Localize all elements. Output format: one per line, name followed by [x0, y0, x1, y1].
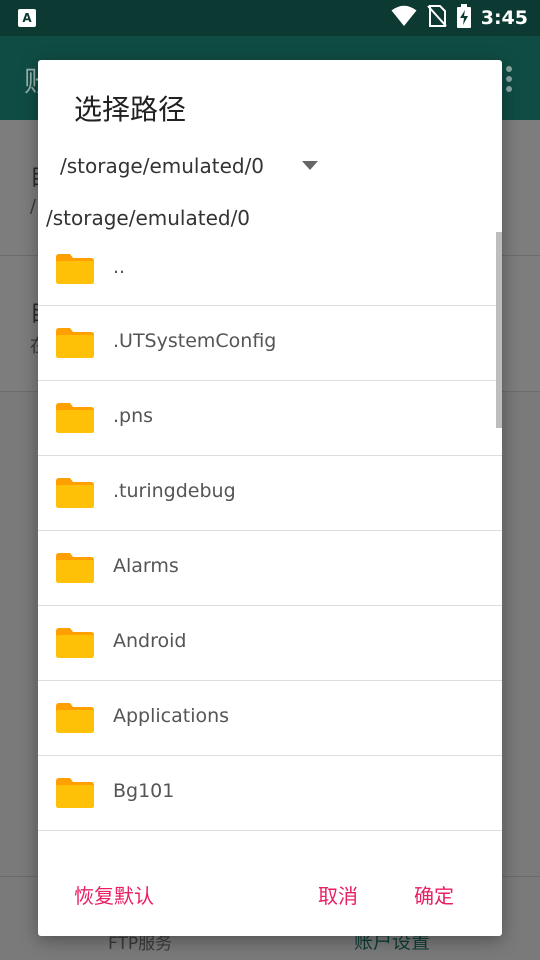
dropdown-arrow-icon	[302, 161, 318, 170]
folder-name: Alarms	[113, 555, 179, 577]
folder-icon	[56, 778, 94, 808]
folder-icon	[56, 403, 94, 433]
cancel-button[interactable]: 取消	[318, 880, 358, 909]
no-sim-icon	[426, 5, 447, 31]
clock: 3:45	[480, 7, 528, 29]
folder-list[interactable]: .. .UTSystemConfig .pns .turingdebug Alarms A…	[38, 232, 502, 832]
folder-icon	[56, 478, 94, 508]
restore-default-button[interactable]: 恢复默认	[74, 880, 154, 909]
folder-name: .UTSystemConfig	[113, 330, 277, 352]
folder-icon	[56, 628, 94, 658]
more-options-icon	[506, 66, 512, 92]
list-item-subtitle: /	[30, 196, 37, 217]
folder-icon	[56, 254, 94, 284]
folder-icon	[56, 328, 94, 358]
folder-item[interactable]: ..	[38, 232, 502, 306]
status-bar: A 3:45	[0, 0, 540, 36]
dialog-title: 选择路径	[74, 93, 187, 126]
folder-item[interactable]: Bg101	[38, 756, 502, 831]
folder-name: ..	[113, 256, 126, 278]
folder-item[interactable]: .pns	[38, 381, 502, 456]
folder-icon	[56, 553, 94, 583]
storage-path-dropdown[interactable]: /storage/emulated/0	[60, 146, 330, 186]
folder-item[interactable]: Android	[38, 606, 502, 681]
scrollbar[interactable]	[496, 232, 502, 428]
folder-name: .pns	[113, 405, 154, 427]
folder-item[interactable]: .UTSystemConfig	[38, 306, 502, 381]
confirm-button[interactable]: 确定	[414, 880, 454, 909]
app-notification-icon: A	[18, 9, 36, 27]
folder-item[interactable]: Applications	[38, 681, 502, 756]
dropdown-value: /storage/emulated/0	[60, 154, 265, 178]
path-picker-dialog: 选择路径 /storage/emulated/0 /storage/emulat…	[38, 60, 502, 936]
folder-item[interactable]: Alarms	[38, 531, 502, 606]
status-icons: 3:45	[391, 0, 528, 36]
folder-item[interactable]: .turingdebug	[38, 456, 502, 531]
folder-name: .turingdebug	[113, 480, 236, 502]
battery-charging-icon	[456, 4, 471, 32]
current-path: /storage/emulated/0	[46, 206, 251, 230]
folder-name: Bg101	[113, 780, 175, 802]
wifi-icon	[391, 5, 417, 31]
folder-name: Applications	[113, 705, 230, 727]
folder-name: Android	[113, 630, 187, 652]
dialog-actions: 恢复默认 取消 确定	[38, 860, 502, 930]
folder-icon	[56, 703, 94, 733]
